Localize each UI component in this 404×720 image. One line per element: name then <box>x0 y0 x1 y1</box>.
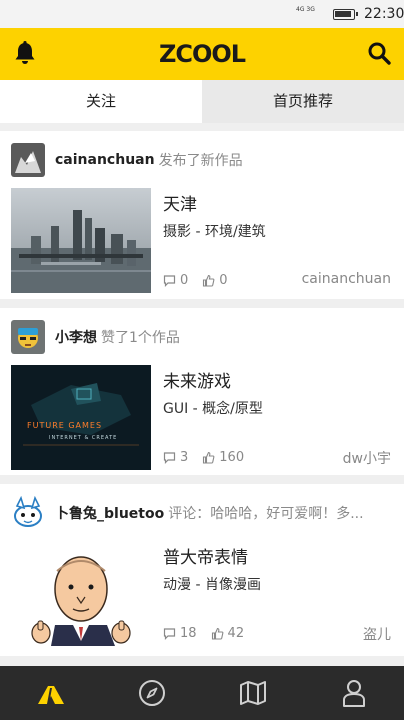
card-username[interactable]: 小李想 <box>55 327 97 347</box>
like-icon <box>203 274 215 287</box>
nav-home[interactable] <box>0 666 101 720</box>
artwork-author[interactable]: 盗儿 <box>363 624 391 644</box>
artwork-category: GUI - 概念/原型 <box>163 401 263 417</box>
artwork-category: 动漫 - 肖像漫画 <box>163 577 261 593</box>
artwork-thumbnail[interactable] <box>11 541 151 646</box>
artwork-author[interactable]: dw小宇 <box>343 448 391 468</box>
feed-list: cainanchuan 发布了新作品 天津 摄影 - 环境/建筑 0 0 cai… <box>0 131 404 665</box>
map-icon <box>240 681 266 705</box>
app-bar: ZCOOL <box>0 28 404 80</box>
artwork-author[interactable]: cainanchuan <box>302 271 391 287</box>
like-icon <box>211 627 223 640</box>
artwork-category: 摄影 - 环境/建筑 <box>163 224 266 240</box>
feed-card[interactable]: cainanchuan 发布了新作品 天津 摄影 - 环境/建筑 0 0 cai… <box>0 131 404 299</box>
avatar[interactable] <box>11 496 45 530</box>
avatar[interactable] <box>11 320 45 354</box>
card-header: 卜鲁兔_bluetoo 评论：哈哈哈，好可爱啊！多... <box>11 496 364 530</box>
avatar[interactable] <box>11 143 45 177</box>
tab-recommended[interactable]: 首页推荐 <box>202 80 404 123</box>
comment-count: 0 <box>180 273 189 288</box>
card-action: 赞了1个作品 <box>101 330 180 346</box>
comment-icon <box>163 628 176 640</box>
comment-icon <box>163 452 176 464</box>
like-count: 160 <box>219 450 245 465</box>
compass-icon <box>139 680 165 706</box>
card-username[interactable]: 卜鲁兔_bluetoo <box>55 503 164 523</box>
card-username[interactable]: cainanchuan <box>55 152 155 168</box>
app-logo: ZCOOL <box>158 40 246 68</box>
comment-icon <box>163 275 176 287</box>
zcool-home-icon <box>38 686 64 704</box>
feed-card[interactable]: 卜鲁兔_bluetoo 评论：哈哈哈，好可爱啊！多... 普大帝表情 动漫 - … <box>0 484 404 656</box>
nav-map[interactable] <box>202 666 303 720</box>
battery-icon <box>333 9 358 20</box>
tab-following[interactable]: 关注 <box>0 80 202 123</box>
like-icon <box>203 451 215 464</box>
feed-card[interactable]: 小李想 赞了1个作品 FUTURE GAMES INTERNET & CREAT… <box>0 308 404 475</box>
artwork-thumbnail[interactable] <box>11 188 151 293</box>
comment-count: 18 <box>180 626 197 641</box>
network-indicator: 4G 3G <box>296 6 315 13</box>
artwork-stats: 3 160 <box>163 450 258 465</box>
artwork-thumbnail[interactable]: FUTURE GAMES INTERNET & CREATE <box>11 365 151 470</box>
bottom-nav <box>0 666 404 720</box>
artwork-title[interactable]: 未来游戏 <box>163 367 231 392</box>
like-count: 0 <box>219 273 228 288</box>
nav-discover[interactable] <box>101 666 202 720</box>
tab-bar: 关注 首页推荐 <box>0 80 404 123</box>
like-count: 42 <box>227 626 245 641</box>
status-bar: 4G 3G 22:30 <box>0 0 404 28</box>
thumb-title: FUTURE GAMES <box>27 421 103 430</box>
comment-count: 3 <box>180 450 189 465</box>
artwork-stats: 0 0 <box>163 273 242 288</box>
thumb-subtitle: INTERNET & CREATE <box>49 435 118 441</box>
artwork-stats: 18 42 <box>163 626 258 641</box>
user-icon <box>343 680 365 707</box>
card-header: cainanchuan 发布了新作品 <box>11 143 243 177</box>
card-action: 评论：哈哈哈，好可爱啊！多... <box>168 506 364 522</box>
search-icon[interactable] <box>366 40 392 66</box>
card-action: 发布了新作品 <box>158 153 243 169</box>
artwork-title[interactable]: 天津 <box>163 190 197 215</box>
card-header: 小李想 赞了1个作品 <box>11 320 180 354</box>
artwork-title[interactable]: 普大帝表情 <box>163 543 248 568</box>
status-time: 22:30 <box>364 6 404 22</box>
nav-profile[interactable] <box>303 666 404 720</box>
